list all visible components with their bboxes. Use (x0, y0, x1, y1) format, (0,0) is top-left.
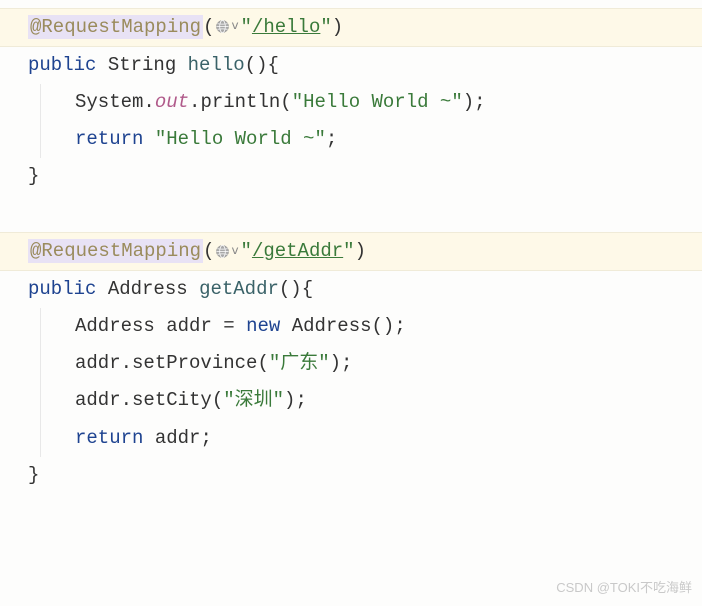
code-line: return addr; (0, 420, 702, 457)
chevron-down-icon: ⅴ (231, 244, 238, 258)
annotation-name: @RequestMapping (30, 240, 201, 262)
closing-brace: } (0, 457, 702, 494)
url-path: /getAddr (252, 240, 343, 262)
method-signature-2: public Address getAddr(){ (0, 271, 702, 308)
annotation-line-2: @RequestMapping(ⅴ"/getAddr") (0, 232, 702, 271)
method-signature-1: public String hello(){ (0, 47, 702, 84)
closing-brace: } (0, 158, 702, 195)
watermark: CSDN @TOKI不吃海鲜 (556, 575, 692, 600)
blank-line (0, 195, 702, 232)
code-line: Address addr = new Address(); (0, 308, 702, 345)
code-line: addr.setCity("深圳"); (0, 382, 702, 419)
globe-icon (215, 244, 230, 259)
url-path: /hello (252, 16, 320, 38)
annotation-name: @RequestMapping (30, 16, 201, 38)
chevron-down-icon: ⅴ (231, 19, 238, 33)
globe-icon (215, 19, 230, 34)
code-line: return "Hello World ~"; (0, 121, 702, 158)
code-line: System.out.println("Hello World ~"); (0, 84, 702, 121)
annotation-line-1: @RequestMapping(ⅴ"/hello") (0, 8, 702, 47)
code-line: addr.setProvince("广东"); (0, 345, 702, 382)
